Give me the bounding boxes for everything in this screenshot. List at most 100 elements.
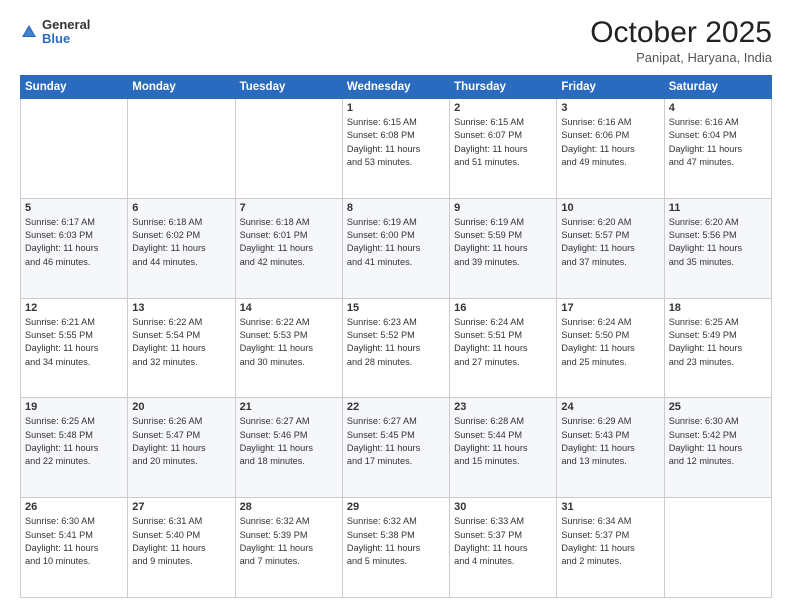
calendar-cell: 31 Sunrise: 6:34 AM Sunset: 5:37 PM Dayli… — [557, 498, 664, 598]
day-info: Sunrise: 6:28 AM Sunset: 5:44 PM Dayligh… — [454, 415, 552, 468]
calendar-cell — [235, 99, 342, 199]
day-info: Sunrise: 6:17 AM Sunset: 6:03 PM Dayligh… — [25, 216, 123, 269]
day-info: Sunrise: 6:22 AM Sunset: 5:53 PM Dayligh… — [240, 316, 338, 369]
header: General Blue October 2025 Panipat, Harya… — [20, 18, 772, 65]
logo-text: General Blue — [42, 18, 90, 47]
day-number: 31 — [561, 501, 659, 513]
logo-icon — [20, 23, 38, 41]
col-friday: Friday — [557, 76, 664, 99]
day-info: Sunrise: 6:20 AM Sunset: 5:57 PM Dayligh… — [561, 216, 659, 269]
calendar-cell: 8 Sunrise: 6:19 AM Sunset: 6:00 PM Daylig… — [342, 198, 449, 298]
day-info: Sunrise: 6:31 AM Sunset: 5:40 PM Dayligh… — [132, 515, 230, 568]
col-thursday: Thursday — [450, 76, 557, 99]
col-monday: Monday — [128, 76, 235, 99]
day-number: 10 — [561, 202, 659, 214]
day-info: Sunrise: 6:30 AM Sunset: 5:42 PM Dayligh… — [669, 415, 767, 468]
col-tuesday: Tuesday — [235, 76, 342, 99]
calendar-cell: 3 Sunrise: 6:16 AM Sunset: 6:06 PM Daylig… — [557, 99, 664, 199]
calendar-cell: 19Sunrise: 6:25 AM Sunset: 5:48 PM Dayli… — [21, 398, 128, 498]
day-number: 28 — [240, 501, 338, 513]
day-number: 6 — [132, 202, 230, 214]
calendar-cell: 23 Sunrise: 6:28 AM Sunset: 5:44 PM Dayli… — [450, 398, 557, 498]
day-info: Sunrise: 6:20 AM Sunset: 5:56 PM Dayligh… — [669, 216, 767, 269]
calendar-week-4: 19Sunrise: 6:25 AM Sunset: 5:48 PM Dayli… — [21, 398, 772, 498]
calendar-cell: 20Sunrise: 6:26 AM Sunset: 5:47 PM Dayli… — [128, 398, 235, 498]
day-info: Sunrise: 6:29 AM Sunset: 5:43 PM Dayligh… — [561, 415, 659, 468]
calendar-cell: 13 Sunrise: 6:22 AM Sunset: 5:54 PM Dayli… — [128, 298, 235, 398]
day-info: Sunrise: 6:16 AM Sunset: 6:06 PM Dayligh… — [561, 116, 659, 169]
day-number: 24 — [561, 401, 659, 413]
day-info: Sunrise: 6:15 AM Sunset: 6:07 PM Dayligh… — [454, 116, 552, 169]
calendar-cell: 6 Sunrise: 6:18 AM Sunset: 6:02 PM Daylig… — [128, 198, 235, 298]
day-number: 25 — [669, 401, 767, 413]
day-number: 8 — [347, 202, 445, 214]
day-info: Sunrise: 6:18 AM Sunset: 6:02 PM Dayligh… — [132, 216, 230, 269]
day-number: 4 — [669, 102, 767, 114]
day-number: 3 — [561, 102, 659, 114]
calendar-cell: 29Sunrise: 6:32 AM Sunset: 5:38 PM Dayli… — [342, 498, 449, 598]
month-title: October 2025 — [590, 18, 772, 48]
day-info: Sunrise: 6:30 AM Sunset: 5:41 PM Dayligh… — [25, 515, 123, 568]
day-number: 13 — [132, 302, 230, 314]
day-info: Sunrise: 6:15 AM Sunset: 6:08 PM Dayligh… — [347, 116, 445, 169]
calendar-cell: 30 Sunrise: 6:33 AM Sunset: 5:37 PM Dayli… — [450, 498, 557, 598]
title-block: October 2025 Panipat, Haryana, India — [590, 18, 772, 65]
day-info: Sunrise: 6:32 AM Sunset: 5:39 PM Dayligh… — [240, 515, 338, 568]
day-info: Sunrise: 6:25 AM Sunset: 5:49 PM Dayligh… — [669, 316, 767, 369]
col-wednesday: Wednesday — [342, 76, 449, 99]
day-number: 22 — [347, 401, 445, 413]
calendar: Sunday Monday Tuesday Wednesday Thursday… — [20, 75, 772, 598]
day-number: 23 — [454, 401, 552, 413]
day-info: Sunrise: 6:27 AM Sunset: 5:46 PM Dayligh… — [240, 415, 338, 468]
day-info: Sunrise: 6:25 AM Sunset: 5:48 PM Dayligh… — [25, 415, 123, 468]
day-number: 12 — [25, 302, 123, 314]
day-number: 30 — [454, 501, 552, 513]
calendar-cell: 14 Sunrise: 6:22 AM Sunset: 5:53 PM Dayli… — [235, 298, 342, 398]
day-number: 29 — [347, 501, 445, 513]
day-info: Sunrise: 6:26 AM Sunset: 5:47 PM Dayligh… — [132, 415, 230, 468]
calendar-week-3: 12 Sunrise: 6:21 AM Sunset: 5:55 PM Dayli… — [21, 298, 772, 398]
calendar-cell — [128, 99, 235, 199]
day-info: Sunrise: 6:34 AM Sunset: 5:37 PM Dayligh… — [561, 515, 659, 568]
calendar-cell: 25 Sunrise: 6:30 AM Sunset: 5:42 PM Dayli… — [664, 398, 771, 498]
calendar-cell: 5 Sunrise: 6:17 AM Sunset: 6:03 PM Daylig… — [21, 198, 128, 298]
day-number: 2 — [454, 102, 552, 114]
day-info: Sunrise: 6:24 AM Sunset: 5:51 PM Dayligh… — [454, 316, 552, 369]
calendar-cell: 1Sunrise: 6:15 AM Sunset: 6:08 PM Daylig… — [342, 99, 449, 199]
calendar-cell: 11 Sunrise: 6:20 AM Sunset: 5:56 PM Dayli… — [664, 198, 771, 298]
day-info: Sunrise: 6:19 AM Sunset: 5:59 PM Dayligh… — [454, 216, 552, 269]
calendar-cell: 24 Sunrise: 6:29 AM Sunset: 5:43 PM Dayli… — [557, 398, 664, 498]
day-info: Sunrise: 6:16 AM Sunset: 6:04 PM Dayligh… — [669, 116, 767, 169]
day-info: Sunrise: 6:22 AM Sunset: 5:54 PM Dayligh… — [132, 316, 230, 369]
day-number: 21 — [240, 401, 338, 413]
day-info: Sunrise: 6:21 AM Sunset: 5:55 PM Dayligh… — [25, 316, 123, 369]
calendar-cell: 16Sunrise: 6:24 AM Sunset: 5:51 PM Dayli… — [450, 298, 557, 398]
calendar-week-2: 5 Sunrise: 6:17 AM Sunset: 6:03 PM Daylig… — [21, 198, 772, 298]
page: General Blue October 2025 Panipat, Harya… — [0, 0, 792, 612]
day-info: Sunrise: 6:27 AM Sunset: 5:45 PM Dayligh… — [347, 415, 445, 468]
calendar-cell: 2 Sunrise: 6:15 AM Sunset: 6:07 PM Daylig… — [450, 99, 557, 199]
day-number: 26 — [25, 501, 123, 513]
calendar-cell: 27Sunrise: 6:31 AM Sunset: 5:40 PM Dayli… — [128, 498, 235, 598]
calendar-cell: 28 Sunrise: 6:32 AM Sunset: 5:39 PM Dayli… — [235, 498, 342, 598]
logo: General Blue — [20, 18, 90, 47]
calendar-cell: 10 Sunrise: 6:20 AM Sunset: 5:57 PM Dayli… — [557, 198, 664, 298]
day-info: Sunrise: 6:24 AM Sunset: 5:50 PM Dayligh… — [561, 316, 659, 369]
day-number: 11 — [669, 202, 767, 214]
day-number: 7 — [240, 202, 338, 214]
calendar-cell: 21 Sunrise: 6:27 AM Sunset: 5:46 PM Dayli… — [235, 398, 342, 498]
day-number: 15 — [347, 302, 445, 314]
day-number: 14 — [240, 302, 338, 314]
calendar-cell — [664, 498, 771, 598]
day-number: 18 — [669, 302, 767, 314]
calendar-cell: 7Sunrise: 6:18 AM Sunset: 6:01 PM Daylig… — [235, 198, 342, 298]
calendar-header-row: Sunday Monday Tuesday Wednesday Thursday… — [21, 76, 772, 99]
calendar-cell: 17 Sunrise: 6:24 AM Sunset: 5:50 PM Dayli… — [557, 298, 664, 398]
day-number: 17 — [561, 302, 659, 314]
day-number: 9 — [454, 202, 552, 214]
day-number: 5 — [25, 202, 123, 214]
calendar-cell — [21, 99, 128, 199]
col-saturday: Saturday — [664, 76, 771, 99]
day-info: Sunrise: 6:19 AM Sunset: 6:00 PM Dayligh… — [347, 216, 445, 269]
day-info: Sunrise: 6:33 AM Sunset: 5:37 PM Dayligh… — [454, 515, 552, 568]
